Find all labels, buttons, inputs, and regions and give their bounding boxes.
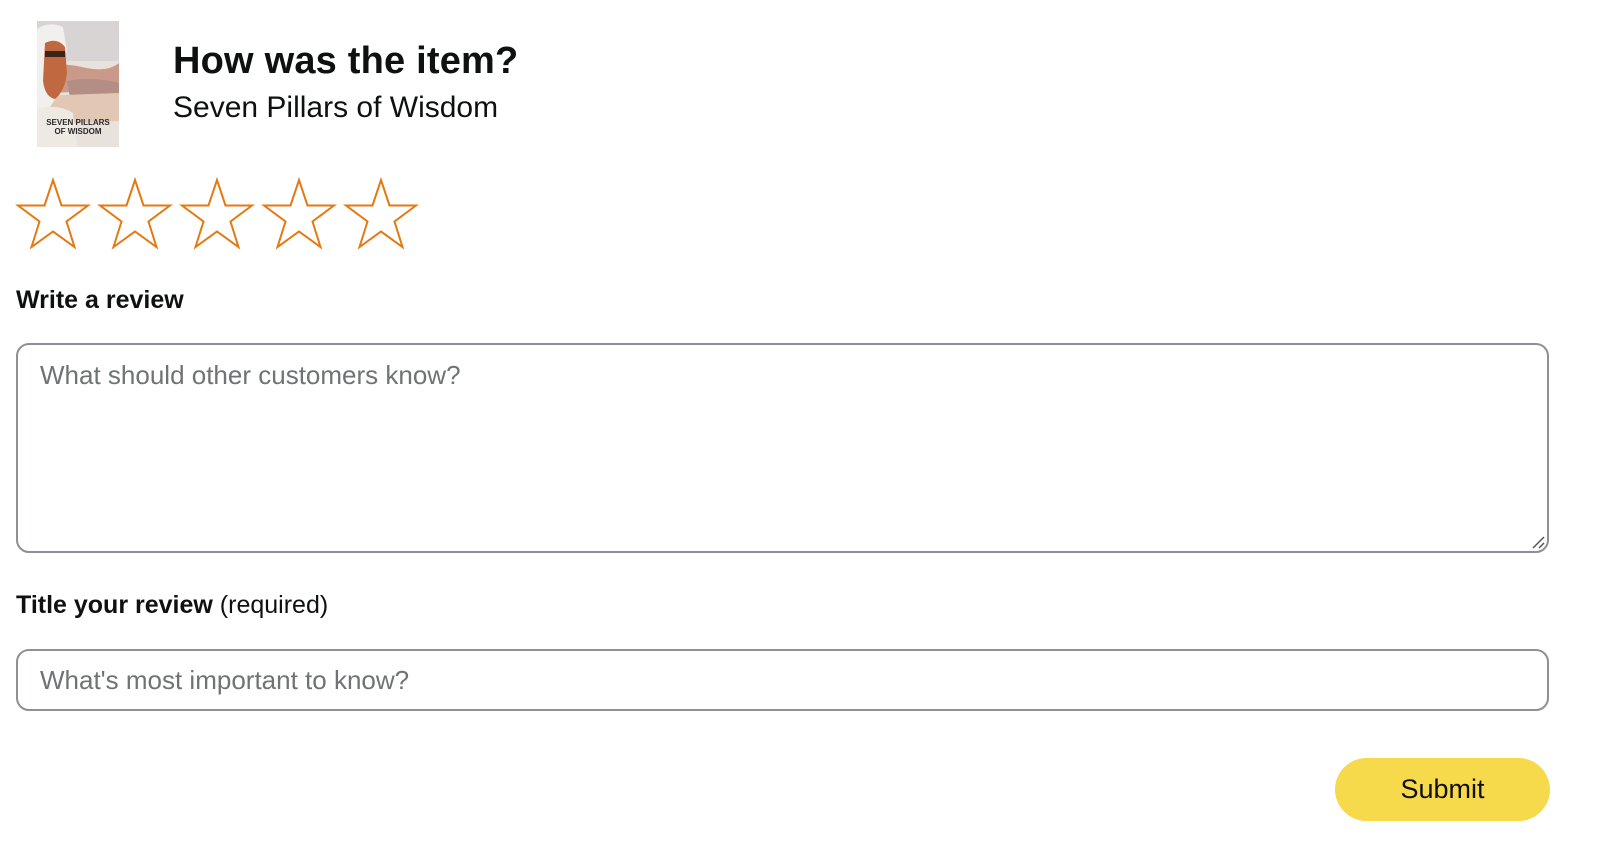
page-title: How was the item? xyxy=(173,40,519,82)
cover-title-line2: OF WISDOM xyxy=(54,127,101,136)
product-cover-image: SEVEN PILLARS OF WISDOM xyxy=(37,21,119,147)
review-page: SEVEN PILLARS OF WISDOM How was the item… xyxy=(0,0,1602,858)
star-rating xyxy=(15,176,419,252)
resize-handle-icon[interactable] xyxy=(1531,535,1545,549)
review-textarea[interactable] xyxy=(16,343,1549,553)
star-4-icon[interactable] xyxy=(261,176,337,252)
title-label: Title your review (required) xyxy=(16,589,328,621)
cover-title-line1: SEVEN PILLARS xyxy=(46,118,110,127)
submit-button[interactable]: Submit xyxy=(1335,758,1550,821)
required-note: (required) xyxy=(219,591,329,619)
star-1-icon[interactable] xyxy=(15,176,91,252)
star-5-icon[interactable] xyxy=(343,176,419,252)
review-label: Write a review xyxy=(16,286,184,314)
review-title-input[interactable] xyxy=(16,649,1549,711)
product-name: Seven Pillars of Wisdom xyxy=(173,91,499,124)
star-3-icon[interactable] xyxy=(179,176,255,252)
star-2-icon[interactable] xyxy=(97,176,173,252)
title-label-text: Title your review xyxy=(16,591,213,619)
